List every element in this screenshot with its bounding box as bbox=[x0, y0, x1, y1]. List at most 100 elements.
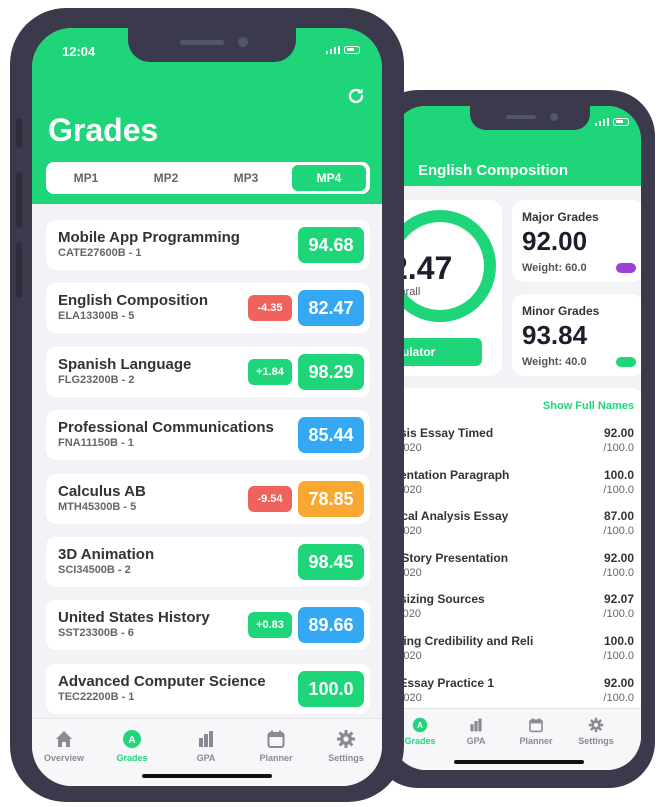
assignment-score: 92.07 bbox=[603, 592, 634, 607]
overall-grade-card: 2.47 verall lculator bbox=[392, 200, 502, 376]
assignment-max: /100.0 bbox=[603, 525, 634, 538]
segment-mp2[interactable]: MP2 bbox=[129, 165, 203, 191]
major-grades-card[interactable]: Major Grades 92.00 Weight: 60.0 bbox=[512, 200, 641, 282]
course-card[interactable]: Spanish Language FLG23200B - 2 +1.84 98.29 bbox=[46, 346, 370, 397]
grade-change-badge: +0.83 bbox=[248, 612, 292, 639]
grade-badge: 100.0 bbox=[298, 670, 364, 707]
assignment-max: /100.0 bbox=[603, 650, 634, 662]
grade-badge: 82.47 bbox=[298, 290, 364, 327]
course-card[interactable]: Calculus AB MTH45300B - 5 -9.54 78.85 bbox=[46, 473, 370, 524]
grade-change-badge: +1.84 bbox=[248, 358, 292, 385]
back-tab-bar: A Grades GPA Planner Settings bbox=[392, 708, 641, 770]
course-card[interactable]: Advanced Computer Science TEC22200B - 1 10… bbox=[46, 663, 370, 714]
course-code: ELA13300B - 5 bbox=[58, 310, 135, 323]
assignment-max: /100.0 bbox=[603, 483, 634, 496]
signal-icon bbox=[595, 118, 609, 126]
home-icon bbox=[56, 731, 72, 747]
front-phone-screen: 12:04 Grades MP1 MP2 MP3 MP4 Mobile App Pro… bbox=[32, 28, 382, 786]
back-phone-frame: English Composition 2.47 verall lculator… bbox=[372, 90, 655, 788]
major-color-pill bbox=[616, 263, 636, 273]
major-grades-title: Major Grades bbox=[522, 210, 599, 224]
assignment-score: 92.00 bbox=[603, 675, 634, 690]
assignment-score: 100.0 bbox=[603, 634, 634, 648]
home-indicator bbox=[454, 760, 584, 764]
assignment-max: /100.0 bbox=[603, 566, 634, 579]
status-icons bbox=[595, 118, 629, 126]
course-detail-header: English Composition bbox=[392, 106, 641, 186]
gear-icon bbox=[337, 730, 355, 748]
assignment-name: thesizing Sources bbox=[392, 592, 485, 607]
assignment-name: ws Story Presentation bbox=[392, 550, 509, 565]
tab-planner[interactable]: Planner bbox=[246, 729, 306, 763]
grade-badge: 78.85 bbox=[298, 480, 364, 517]
course-code: FLG23200B - 2 bbox=[58, 373, 135, 386]
course-name: 3D Animation bbox=[58, 546, 155, 563]
assignment-row[interactable]: thesis Essay Timed02/202092.00/100.0 bbox=[392, 426, 634, 466]
course-code: SST23300B - 6 bbox=[58, 627, 134, 640]
segment-mp4[interactable]: MP4 bbox=[292, 165, 366, 191]
course-code: CATE27600B - 1 bbox=[58, 247, 142, 259]
refresh-icon[interactable] bbox=[346, 86, 366, 106]
tab-overview[interactable]: Overview bbox=[34, 729, 94, 763]
tab-label: Grades bbox=[116, 753, 148, 763]
assignment-score: 100.0 bbox=[603, 467, 634, 482]
tab-label: GPA bbox=[466, 736, 486, 746]
assignment-name: ed Essay Practice 1 bbox=[392, 675, 495, 690]
front-tab-bar: Overview A Grades GPA Planner Settings bbox=[32, 718, 382, 786]
assignment-max: /100.0 bbox=[603, 608, 634, 621]
assignment-max: /100.0 bbox=[603, 442, 634, 454]
status-icons bbox=[326, 46, 360, 54]
grade-badge: 85.44 bbox=[298, 417, 364, 454]
grade-badge: 94.68 bbox=[298, 227, 364, 263]
assignment-name: luating Credibility and Reli bbox=[392, 634, 534, 648]
battery-icon bbox=[613, 118, 629, 126]
course-code: TEC22200B - 1 bbox=[58, 690, 135, 703]
svg-text:A: A bbox=[128, 735, 135, 746]
assignment-name: umentation Paragraph bbox=[392, 467, 510, 482]
calculator-button[interactable]: lculator bbox=[392, 338, 482, 366]
tab-gpa[interactable]: GPA bbox=[176, 729, 236, 763]
course-card[interactable]: United States History SST23300B - 6 +0.83 8… bbox=[46, 600, 370, 651]
tab-planner[interactable]: Planner bbox=[508, 717, 564, 746]
grade-change-badge: -4.35 bbox=[248, 295, 292, 322]
segment-mp1[interactable]: MP1 bbox=[49, 165, 123, 191]
marking-period-selector: MP1 MP2 MP3 MP4 bbox=[46, 162, 370, 194]
assignment-row[interactable]: ws Story Presentation25/202092.00/100.0 bbox=[392, 551, 634, 591]
assignment-row[interactable]: luating Credibility and Reli03/2020100.0… bbox=[392, 634, 634, 674]
course-detail-title: English Composition bbox=[418, 162, 568, 179]
course-card[interactable]: Mobile App Programming CATE27600B - 1 94.6… bbox=[46, 220, 370, 270]
volume-up-button bbox=[16, 172, 22, 228]
minor-grades-weight: Weight: 40.0 bbox=[522, 356, 587, 368]
minor-color-pill bbox=[616, 357, 636, 367]
course-name: United States History bbox=[58, 609, 210, 627]
grades-icon: A bbox=[412, 717, 428, 733]
tab-label: Planner bbox=[519, 736, 553, 746]
assignment-row[interactable]: umentation Paragraph27/2020100.0/100.0 bbox=[392, 468, 634, 508]
course-code: FNA11150B - 1 bbox=[58, 437, 134, 450]
minor-grades-card[interactable]: Minor Grades 93.84 Weight: 40.0 bbox=[512, 294, 641, 376]
grades-header: 12:04 Grades MP1 MP2 MP3 MP4 bbox=[32, 28, 382, 204]
course-card[interactable]: Professional Communications FNA11150B - 1… bbox=[46, 410, 370, 461]
assignment-score: 92.00 bbox=[603, 426, 634, 440]
phone-notch bbox=[128, 28, 296, 62]
show-full-names-link[interactable]: Show Full Names bbox=[543, 400, 634, 412]
assignment-row[interactable]: torical Analysis Essay27/202087.00/100.0 bbox=[392, 509, 634, 549]
minor-grades-value: 93.84 bbox=[522, 320, 588, 350]
tab-label: Settings bbox=[328, 753, 364, 763]
tab-settings[interactable]: Settings bbox=[316, 729, 376, 763]
course-code: SCI34500B - 2 bbox=[58, 564, 131, 576]
course-code: MTH45300B - 5 bbox=[58, 500, 137, 513]
course-card[interactable]: English Composition ELA13300B - 5 -4.35 82.… bbox=[46, 283, 370, 334]
assignments-card: s Show Full Names thesis Essay Timed02/2… bbox=[392, 388, 641, 748]
course-card[interactable]: 3D Animation SCI34500B - 2 98.45 bbox=[46, 537, 370, 587]
tab-settings[interactable]: Settings bbox=[568, 717, 624, 746]
volume-down-button bbox=[16, 242, 22, 298]
assignment-row[interactable]: thesizing Sources11/202092.07/100.0 bbox=[392, 592, 634, 632]
page-title: Grades bbox=[48, 112, 159, 148]
tab-gpa[interactable]: GPA bbox=[448, 717, 504, 746]
battery-icon bbox=[344, 46, 360, 54]
segment-mp3[interactable]: MP3 bbox=[209, 165, 283, 191]
grade-badge: 98.29 bbox=[298, 353, 364, 390]
tab-grades[interactable]: A Grades bbox=[102, 729, 162, 763]
major-grades-value: 92.00 bbox=[522, 226, 588, 256]
